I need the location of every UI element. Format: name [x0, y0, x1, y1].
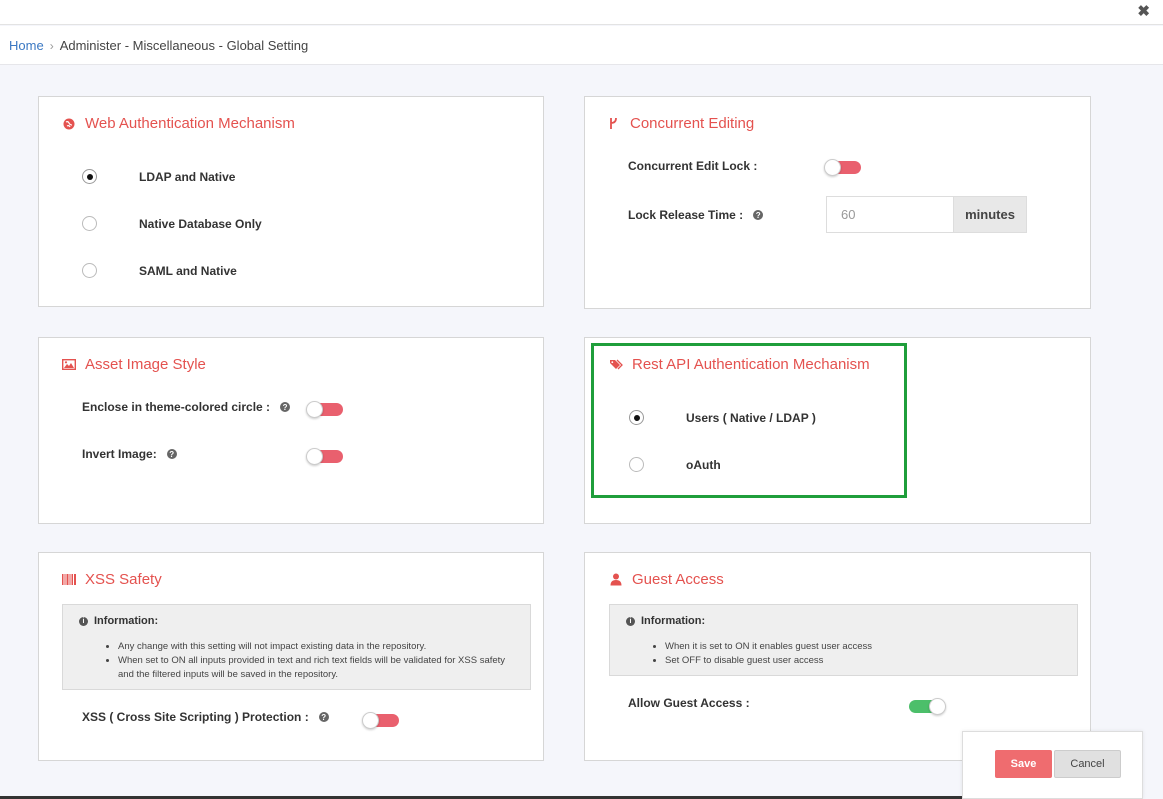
xss-info-box: i Information: Any change with this sett…: [62, 604, 531, 690]
allow-guest-toggle[interactable]: [909, 698, 946, 715]
toggle-knob: [929, 698, 946, 715]
tags-icon: [609, 358, 623, 372]
radio-label: Native Database Only: [139, 216, 262, 231]
info-item: Set OFF to disable guest user access: [665, 654, 1065, 668]
allow-guest-label: Allow Guest Access :: [628, 696, 750, 710]
globe-icon: [62, 117, 76, 131]
asset-image-title-text: Asset Image Style: [85, 356, 206, 373]
toggle-knob: [362, 712, 379, 729]
web-auth-option-ldap-native[interactable]: LDAP and Native: [82, 169, 235, 184]
xss-protection-label: XSS ( Cross Site Scripting ) Protection …: [82, 710, 329, 724]
guest-access-title-text: Guest Access: [632, 571, 724, 588]
xss-info-list: Any change with this setting will not im…: [118, 640, 518, 682]
concurrent-editing-panel: Concurrent Editing Concurrent Edit Lock …: [584, 96, 1091, 309]
close-icon[interactable]: ✖: [1137, 4, 1150, 19]
xss-protection-toggle[interactable]: [362, 712, 399, 729]
concurrent-lock-label: Concurrent Edit Lock :: [628, 159, 757, 173]
minutes-addon: minutes: [953, 196, 1027, 233]
help-icon[interactable]: ?: [166, 449, 177, 459]
help-icon[interactable]: ?: [753, 210, 764, 220]
window-topbar: ✖: [0, 0, 1163, 25]
concurrent-editing-title-text: Concurrent Editing: [630, 115, 755, 132]
web-auth-option-saml-native[interactable]: SAML and Native: [82, 263, 237, 278]
info-item: When set to ON all inputs provided in te…: [118, 654, 518, 682]
help-icon[interactable]: ?: [280, 402, 291, 412]
xss-safety-panel: XSS Safety i Information: Any change wit…: [38, 552, 544, 761]
branch-icon: [607, 117, 621, 131]
radio-oauth[interactable]: [629, 457, 644, 472]
lock-release-input-group: minutes: [826, 196, 1027, 233]
info-item: When it is set to ON it enables guest us…: [665, 640, 1065, 654]
lock-release-input[interactable]: [826, 196, 953, 233]
asset-image-panel: Asset Image Style Enclose in theme-color…: [38, 337, 544, 524]
footer-actions: Save Cancel: [962, 731, 1143, 799]
info-title-text: Information:: [94, 615, 159, 627]
rest-api-panel: Rest API Authentication Mechanism Users …: [584, 337, 1091, 524]
rest-api-title-text: Rest API Authentication Mechanism: [632, 356, 870, 373]
web-auth-panel: Web Authentication Mechanism LDAP and Na…: [38, 96, 544, 307]
rest-api-option-users[interactable]: Users ( Native / LDAP ): [629, 410, 816, 425]
radio-label: Users ( Native / LDAP ): [686, 410, 816, 425]
info-title-text: Information:: [641, 615, 706, 627]
barcode-icon: [62, 573, 76, 587]
concurrent-lock-label-text: Concurrent Edit Lock :: [628, 159, 758, 173]
xss-protection-label-text: XSS ( Cross Site Scripting ) Protection …: [82, 710, 309, 724]
radio-native-db[interactable]: [82, 216, 97, 231]
toggle-knob: [306, 401, 323, 418]
radio-label: oAuth: [686, 457, 721, 472]
breadcrumb-current: Administer - Miscellaneous - Global Sett…: [59, 38, 309, 53]
invert-image-label: Invert Image: ?: [82, 447, 177, 461]
lock-release-label: Lock Release Time : ?: [628, 208, 764, 222]
web-auth-option-native-db[interactable]: Native Database Only: [82, 216, 262, 231]
invert-image-toggle[interactable]: [306, 448, 343, 465]
info-icon: i: [79, 616, 88, 626]
concurrent-lock-toggle[interactable]: [824, 159, 861, 176]
chevron-right-icon: ›: [49, 38, 54, 53]
breadcrumb: Home › Administer - Miscellaneous - Glob…: [9, 38, 308, 53]
xss-safety-title: XSS Safety: [62, 571, 162, 588]
toggle-knob: [824, 159, 841, 176]
breadcrumb-bar: Home › Administer - Miscellaneous - Glob…: [0, 26, 1163, 65]
cancel-button[interactable]: Cancel: [1054, 750, 1121, 778]
radio-label: SAML and Native: [139, 263, 237, 278]
radio-saml-native[interactable]: [82, 263, 97, 278]
concurrent-editing-title: Concurrent Editing: [607, 115, 754, 132]
xss-safety-title-text: XSS Safety: [85, 571, 162, 588]
radio-ldap-native[interactable]: [82, 169, 97, 184]
web-auth-title: Web Authentication Mechanism: [62, 115, 295, 132]
help-icon[interactable]: ?: [318, 712, 329, 722]
breadcrumb-home-link[interactable]: Home: [9, 38, 44, 53]
web-auth-title-text: Web Authentication Mechanism: [85, 115, 295, 132]
save-button[interactable]: Save: [995, 750, 1052, 778]
enclose-circle-label: Enclose in theme-colored circle : ?: [82, 400, 291, 414]
rest-api-title: Rest API Authentication Mechanism: [609, 356, 870, 373]
radio-users-native-ldap[interactable]: [629, 410, 644, 425]
guest-info-list: When it is set to ON it enables guest us…: [665, 640, 1065, 668]
info-item: Any change with this setting will not im…: [118, 640, 518, 654]
guest-access-title: Guest Access: [609, 571, 724, 588]
xss-info-title: i Information:: [79, 615, 158, 627]
enclose-circle-toggle[interactable]: [306, 401, 343, 418]
allow-guest-label-text: Allow Guest Access :: [628, 696, 750, 710]
radio-label: LDAP and Native: [139, 169, 236, 184]
asset-image-title: Asset Image Style: [62, 356, 206, 373]
guest-access-panel: Guest Access i Information: When it is s…: [584, 552, 1091, 761]
guest-info-box: i Information: When it is set to ON it e…: [609, 604, 1078, 676]
user-icon: [609, 573, 623, 587]
enclose-circle-label-text: Enclose in theme-colored circle :: [82, 400, 271, 414]
lock-release-label-text: Lock Release Time :: [628, 208, 744, 222]
toggle-knob: [306, 448, 323, 465]
invert-image-label-text: Invert Image:: [82, 447, 157, 461]
info-icon: i: [626, 616, 635, 626]
rest-api-option-oauth[interactable]: oAuth: [629, 457, 721, 472]
guest-info-title: i Information:: [626, 615, 705, 627]
image-icon: [62, 358, 76, 372]
